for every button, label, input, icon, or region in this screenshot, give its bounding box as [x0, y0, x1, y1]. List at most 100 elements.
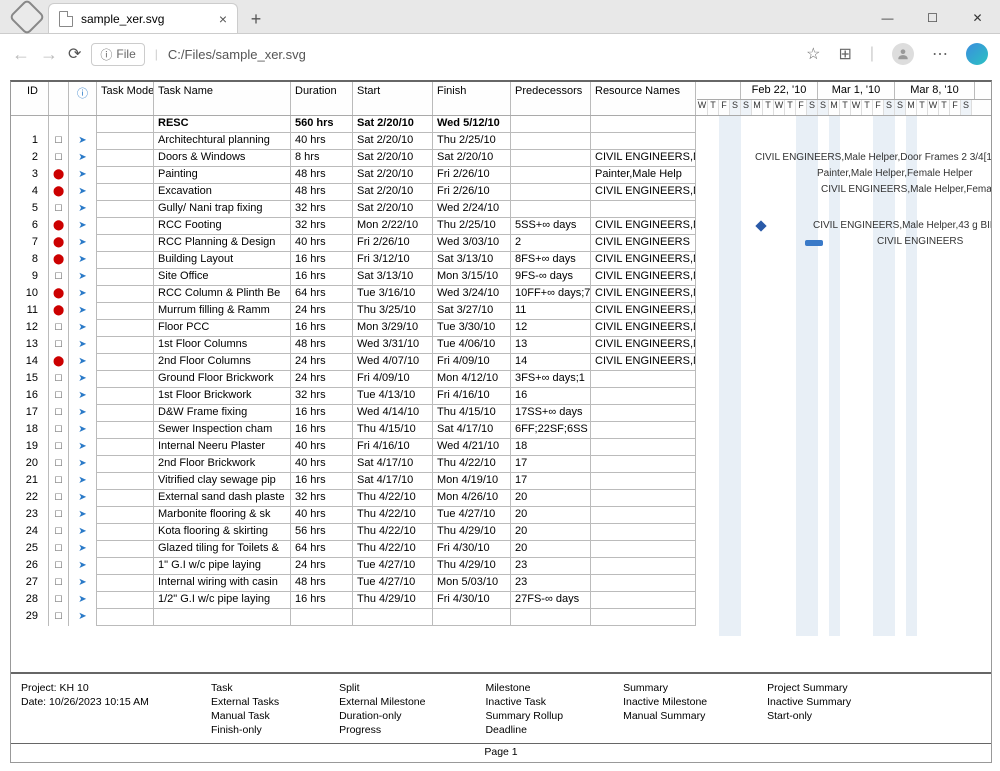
finish-cell: Sat 3/13/10	[433, 252, 511, 269]
day-label: W	[851, 100, 862, 115]
duration-cell: 24 hrs	[291, 303, 353, 320]
row-id: 29	[11, 609, 49, 626]
res-cell: Painter,Male Help	[591, 167, 696, 184]
start-cell: Sat 2/20/10	[353, 116, 433, 133]
task-name-cell: External sand dash plaste	[154, 490, 291, 507]
finish-cell: Sat 4/17/10	[433, 422, 511, 439]
duration-cell: 24 hrs	[291, 558, 353, 575]
col-info[interactable]: ⓘ	[69, 82, 97, 115]
start-cell: Sat 3/13/10	[353, 269, 433, 286]
start-cell: Mon 3/29/10	[353, 320, 433, 337]
res-cell	[591, 558, 696, 575]
profile-avatar[interactable]	[892, 43, 914, 65]
manual-indicator-icon: ⬤	[53, 169, 64, 180]
task-name-cell: Architechtural planning	[154, 133, 291, 150]
day-label: F	[873, 100, 884, 115]
more-icon[interactable]: ⋯	[932, 44, 948, 64]
row-id: 9	[11, 269, 49, 286]
url-scheme-label: File	[116, 47, 135, 61]
start-cell: Fri 4/16/10	[353, 439, 433, 456]
url-scheme-badge[interactable]: ⓘ File	[91, 43, 144, 66]
legend-item: Inactive Summary	[767, 696, 851, 708]
legend-item: Duration-only	[339, 710, 425, 722]
res-cell	[591, 405, 696, 422]
pred-cell: 13	[511, 337, 591, 354]
start-cell: Sat 4/17/10	[353, 473, 433, 490]
reload-icon[interactable]: ⟳	[68, 44, 81, 64]
sheet-footer: Project: KH 10 Date: 10/26/2023 10:15 AM…	[11, 672, 991, 762]
finish-cell: Mon 4/12/10	[433, 371, 511, 388]
window-maximize-button[interactable]: ☐	[910, 3, 955, 33]
legend-item: Milestone	[485, 682, 563, 694]
res-cell	[591, 575, 696, 592]
row-id: 3	[11, 167, 49, 184]
gantt-month-header: Feb 22, '10 Mar 1, '10 Mar 8, '10	[697, 82, 991, 100]
duration-cell: 48 hrs	[291, 337, 353, 354]
duration-cell	[291, 609, 353, 626]
col-finish[interactable]: Finish	[433, 82, 511, 115]
col-task-name[interactable]: Task Name	[154, 82, 291, 115]
col-start[interactable]: Start	[353, 82, 433, 115]
duration-cell: 64 hrs	[291, 286, 353, 303]
duration-cell: 32 hrs	[291, 490, 353, 507]
pred-cell: 18	[511, 439, 591, 456]
finish-cell: Mon 3/15/10	[433, 269, 511, 286]
res-cell	[591, 201, 696, 218]
auto-indicator-icon: ☐	[54, 424, 62, 434]
day-label: T	[862, 100, 873, 115]
browser-tab[interactable]: sample_xer.svg ×	[48, 3, 238, 33]
new-tab-button[interactable]: +	[242, 5, 270, 33]
window-close-button[interactable]: ✕	[955, 3, 1000, 33]
auto-indicator-icon: ☐	[54, 492, 62, 502]
auto-indicator-icon: ☐	[54, 271, 62, 281]
pred-cell: 17SS+∞ days	[511, 405, 591, 422]
col-duration[interactable]: Duration	[291, 82, 353, 115]
row-id: 14	[11, 354, 49, 371]
tab-close-icon[interactable]: ×	[219, 11, 227, 27]
day-label: T	[939, 100, 950, 115]
row-id: 7	[11, 235, 49, 252]
duration-cell: 16 hrs	[291, 473, 353, 490]
res-cell	[591, 609, 696, 626]
col-predecessors[interactable]: Predecessors	[511, 82, 591, 115]
col-indicator[interactable]	[49, 82, 69, 115]
res-cell	[591, 371, 696, 388]
task-name-cell: 1st Floor Columns	[154, 337, 291, 354]
pred-cell	[511, 201, 591, 218]
task-mode-icon: ➤	[78, 305, 86, 316]
url-text[interactable]: C:/Files/sample_xer.svg	[168, 47, 306, 62]
row-id: 11	[11, 303, 49, 320]
duration-cell: 16 hrs	[291, 269, 353, 286]
auto-indicator-icon: ☐	[54, 373, 62, 383]
row-id: 10	[11, 286, 49, 303]
legend-item: Finish-only	[211, 724, 279, 736]
res-cell	[591, 507, 696, 524]
favorite-icon[interactable]: ☆	[806, 44, 820, 64]
back-icon[interactable]: ←	[12, 44, 30, 65]
res-cell	[591, 422, 696, 439]
col-resources[interactable]: Resource Names	[591, 82, 696, 115]
file-icon	[59, 11, 73, 27]
task-name-cell: Kota flooring & skirting	[154, 524, 291, 541]
finish-cell: Thu 4/29/10	[433, 524, 511, 541]
auto-indicator-icon: ☐	[54, 407, 62, 417]
finish-cell: Thu 2/25/10	[433, 218, 511, 235]
task-mode-icon: ➤	[78, 441, 86, 452]
window-minimize-button[interactable]: —	[865, 3, 910, 33]
copilot-icon[interactable]	[966, 43, 988, 65]
gantt-resource-label: CIVIL ENGINEERS,Male Helper,43 g BIR	[813, 220, 992, 231]
start-cell: Wed 4/14/10	[353, 405, 433, 422]
task-mode-icon: ➤	[78, 611, 86, 622]
col-id[interactable]: ID	[11, 82, 49, 115]
finish-cell: Tue 4/27/10	[433, 507, 511, 524]
pred-cell	[511, 167, 591, 184]
extensions-icon[interactable]: ⊞	[838, 44, 851, 64]
finish-cell: Wed 4/21/10	[433, 439, 511, 456]
pred-cell: 3FS+∞ days;1	[511, 371, 591, 388]
res-cell: CIVIL ENGINEERS,M	[591, 337, 696, 354]
finish-cell: Thu 4/29/10	[433, 558, 511, 575]
start-cell: Tue 4/27/10	[353, 558, 433, 575]
task-mode-icon: ➤	[78, 407, 86, 418]
col-mode[interactable]: Task Mode	[97, 82, 154, 115]
duration-cell: 40 hrs	[291, 507, 353, 524]
